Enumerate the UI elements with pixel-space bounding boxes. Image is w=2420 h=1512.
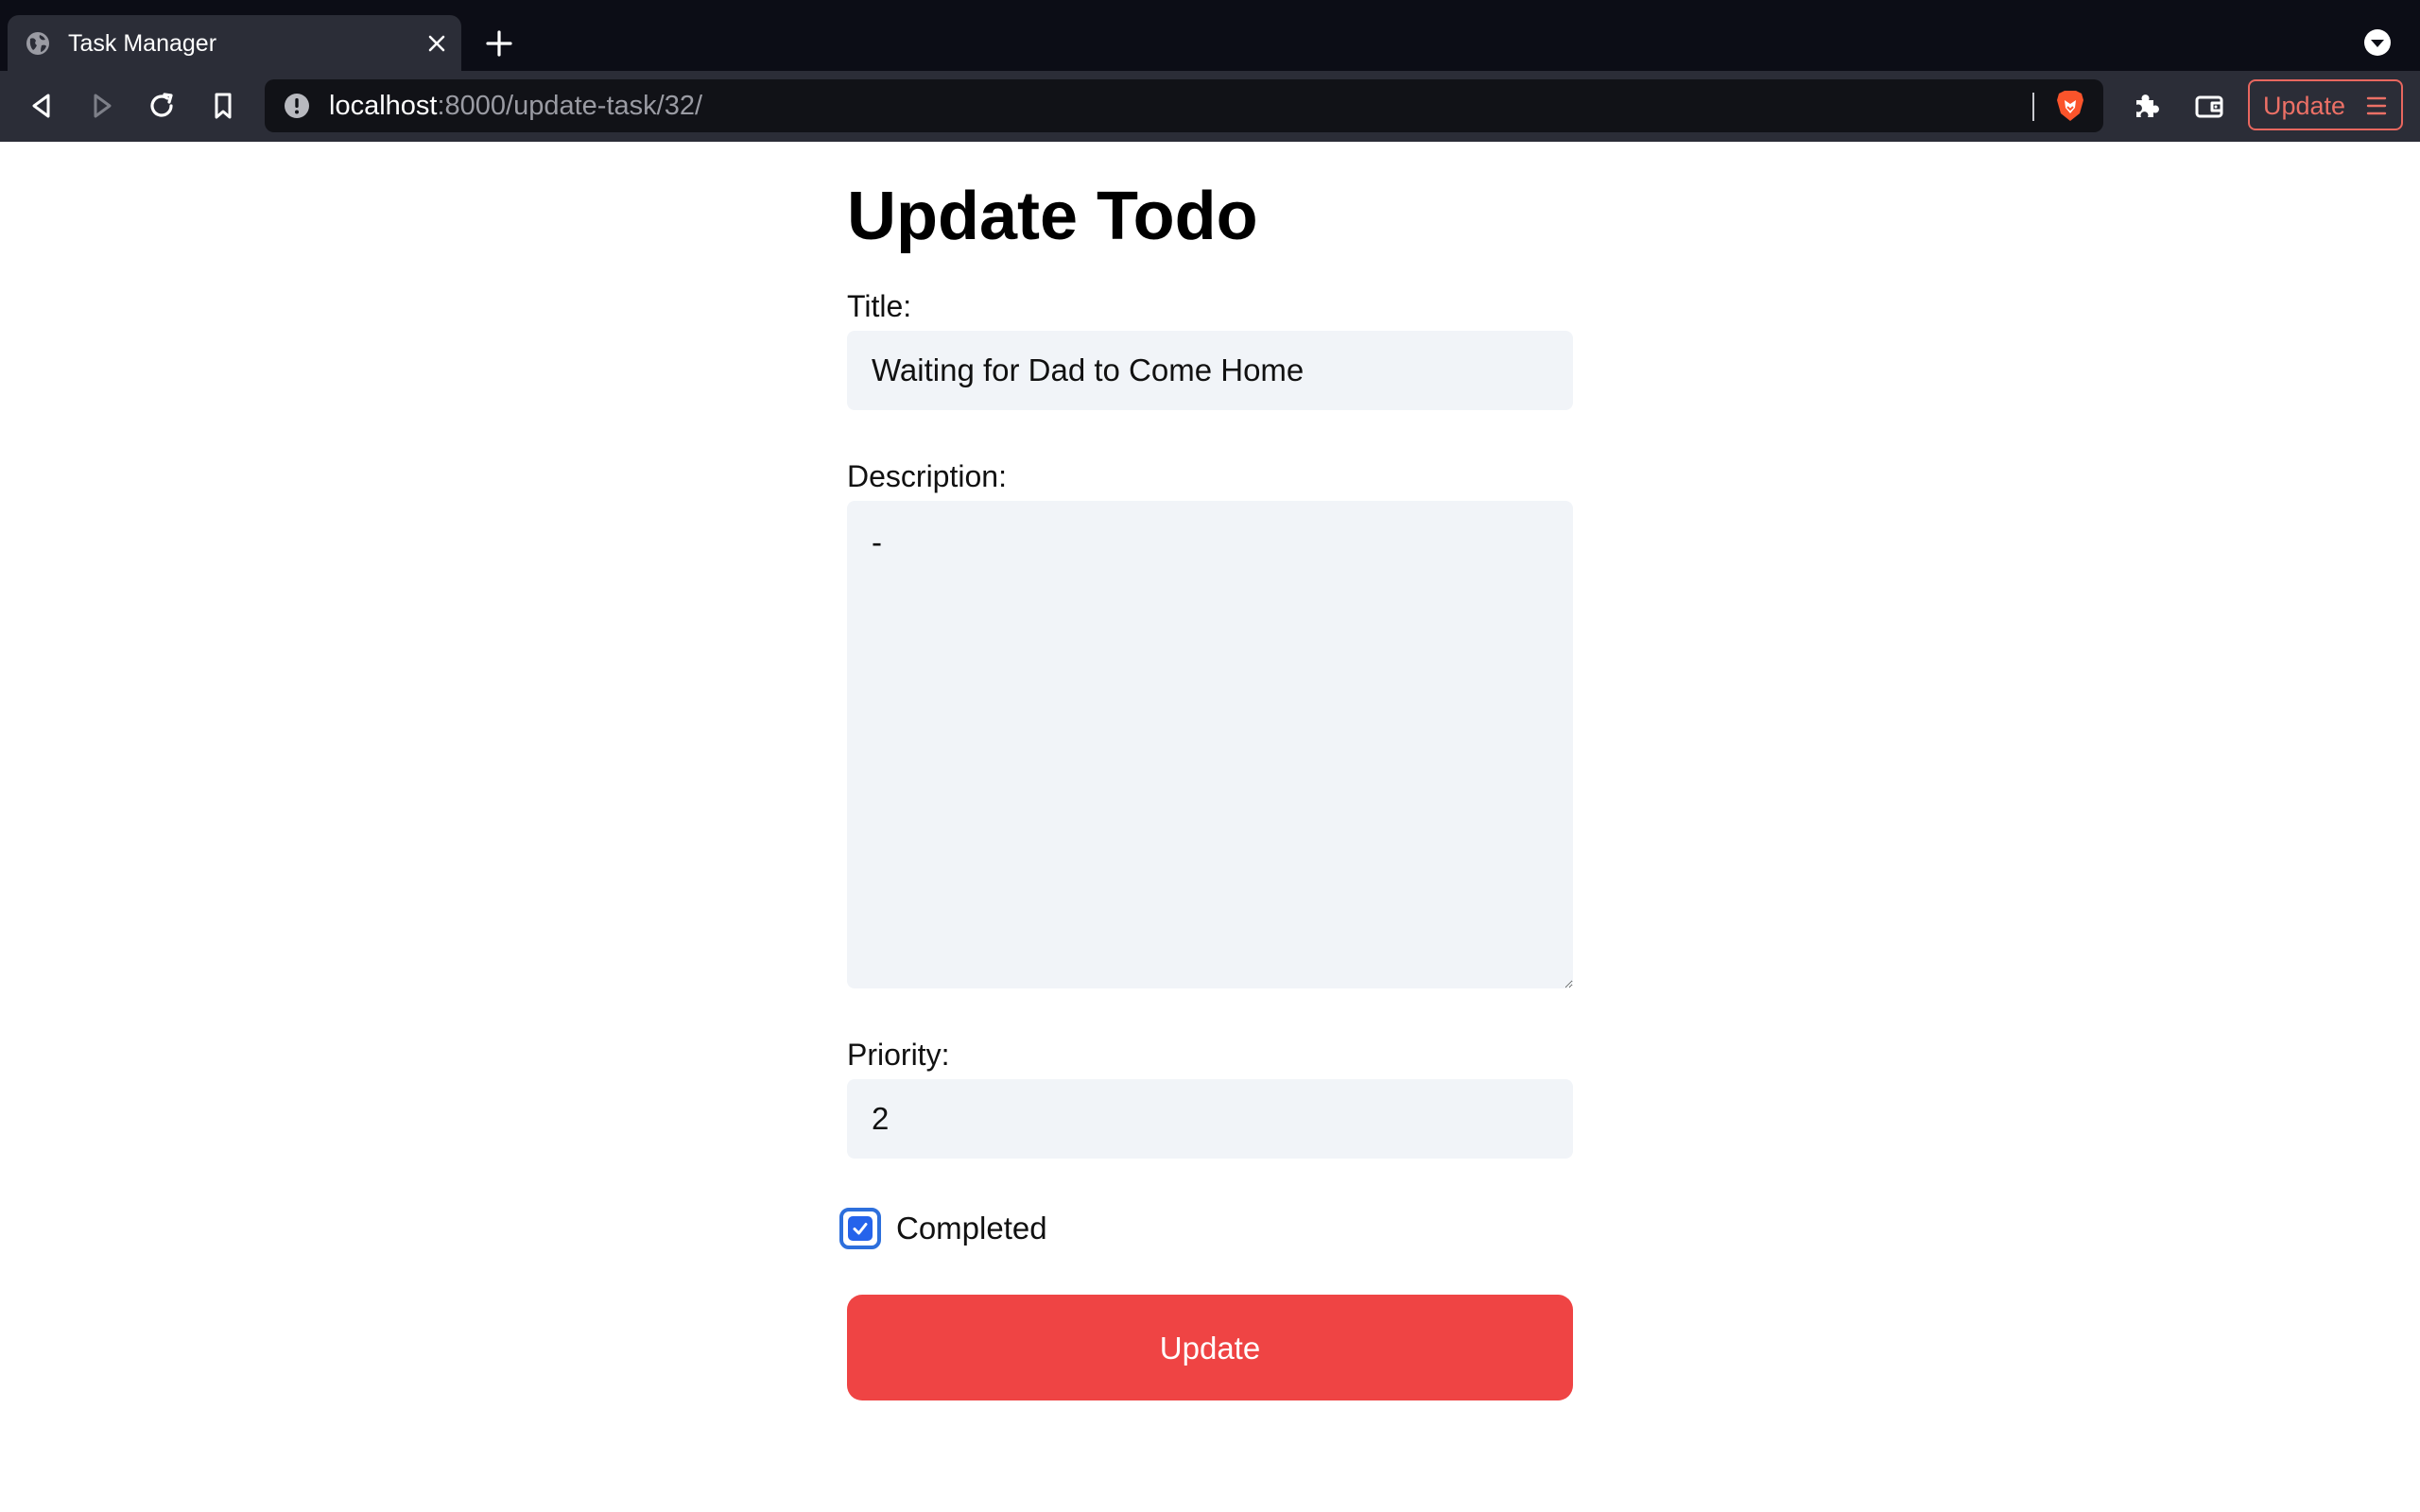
- site-info-icon[interactable]: [284, 93, 310, 119]
- browser-update-button[interactable]: Update: [2248, 79, 2403, 130]
- priority-label: Priority:: [847, 1038, 950, 1072]
- url-text[interactable]: localhost:8000/update-task/32/: [329, 89, 702, 123]
- close-icon[interactable]: [425, 32, 448, 55]
- bookmark-icon[interactable]: [206, 89, 240, 123]
- url-host: localhost: [329, 91, 438, 121]
- new-tab-icon[interactable]: [484, 28, 514, 59]
- checkmark-icon: [853, 1223, 868, 1235]
- wallet-icon[interactable]: [2192, 89, 2226, 123]
- priority-input[interactable]: [847, 1079, 1573, 1159]
- brave-shields-icon[interactable]: [2054, 89, 2086, 123]
- extensions-puzzle-icon[interactable]: [2129, 89, 2163, 123]
- address-bar-divider: [2032, 93, 2034, 121]
- tab-list-dropdown-icon[interactable]: [2363, 28, 2392, 57]
- globe-icon: [26, 32, 49, 55]
- completed-label[interactable]: Completed: [896, 1210, 1047, 1247]
- forward-icon[interactable]: [85, 89, 119, 123]
- back-icon[interactable]: [25, 89, 59, 123]
- address-bar[interactable]: localhost:8000/update-task/32/: [265, 79, 2103, 132]
- reload-icon[interactable]: [145, 89, 179, 123]
- hamburger-menu-icon[interactable]: [2365, 94, 2388, 117]
- update-submit-button[interactable]: Update: [847, 1295, 1573, 1400]
- title-label: Title:: [847, 289, 912, 323]
- tab-title: Task Manager: [68, 30, 217, 57]
- browser-update-label: Update: [2263, 92, 2346, 120]
- browser-tab-bar: Task Manager: [0, 0, 2420, 71]
- browser-toolbar: localhost:8000/update-task/32/ Update: [0, 71, 2420, 142]
- description-textarea[interactable]: -: [847, 501, 1573, 988]
- page-title: Update Todo: [847, 179, 1258, 254]
- description-label: Description:: [847, 459, 1007, 493]
- title-input[interactable]: [847, 331, 1573, 410]
- url-path: :8000/update-task/32/: [437, 91, 703, 121]
- completed-checkbox[interactable]: [839, 1208, 881, 1249]
- browser-tab[interactable]: Task Manager: [8, 15, 461, 71]
- checkbox-fill: [848, 1216, 873, 1241]
